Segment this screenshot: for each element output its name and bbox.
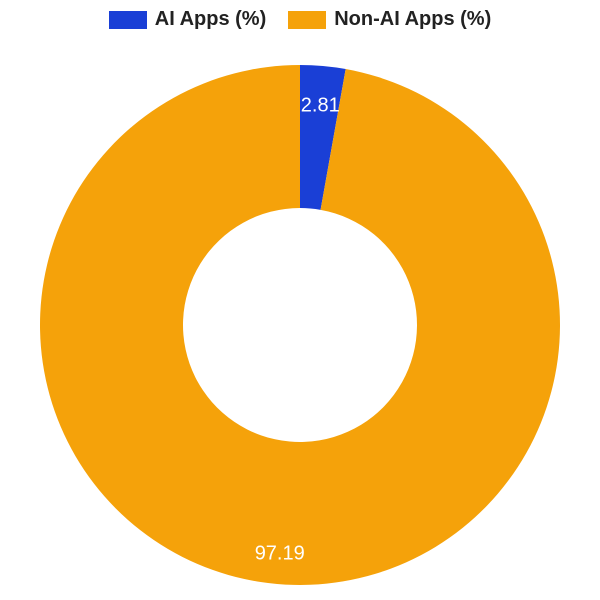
legend-label-ai: AI Apps (%) xyxy=(155,8,266,31)
legend-item-ai: AI Apps (%) xyxy=(109,8,266,31)
legend-swatch-nonai xyxy=(288,11,326,29)
donut-svg xyxy=(30,55,570,595)
slice-label-nonai: 97.19 xyxy=(255,543,305,566)
donut-chart: 2.81 97.19 xyxy=(30,55,570,595)
legend-item-nonai: Non-AI Apps (%) xyxy=(288,8,491,31)
legend-label-nonai: Non-AI Apps (%) xyxy=(334,8,491,31)
slice-label-ai: 2.81 xyxy=(301,94,340,117)
legend: AI Apps (%) Non-AI Apps (%) xyxy=(0,8,600,31)
legend-swatch-ai xyxy=(109,11,147,29)
chart-container: AI Apps (%) Non-AI Apps (%) 2.81 97.19 xyxy=(0,0,600,600)
